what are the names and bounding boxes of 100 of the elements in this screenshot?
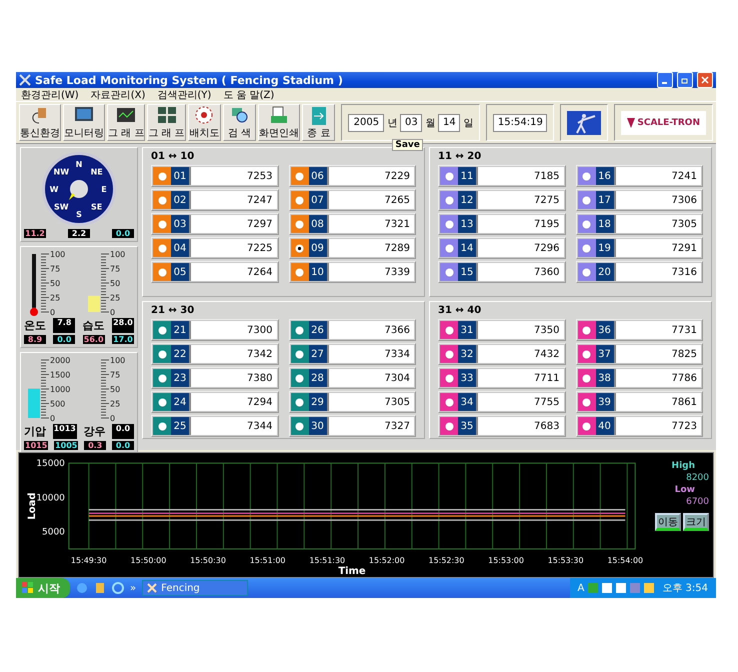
- sensor-row[interactable]: 33 7711: [438, 367, 566, 389]
- month-field[interactable]: 03: [400, 114, 422, 132]
- sensor-row[interactable]: 25 7344: [151, 415, 278, 437]
- radio-indicator[interactable]: [582, 244, 591, 252]
- sensor-row[interactable]: 39 7861: [576, 391, 703, 413]
- sensor-row[interactable]: 24 7294: [151, 391, 278, 413]
- close-button[interactable]: [697, 72, 713, 88]
- sensor-row[interactable]: 09 7289: [288, 237, 416, 259]
- sensor-row[interactable]: 19 7291: [576, 237, 703, 259]
- radio-indicator[interactable]: [158, 244, 166, 252]
- radio-indicator[interactable]: [582, 172, 591, 180]
- sensor-row[interactable]: 31 7350: [438, 319, 566, 341]
- sensor-row[interactable]: 15 7360: [438, 261, 566, 283]
- radio-indicator[interactable]: [444, 398, 454, 406]
- radio-indicator[interactable]: [582, 326, 591, 334]
- radio-indicator[interactable]: [582, 422, 591, 430]
- sensor-row[interactable]: 35 7683: [438, 415, 566, 437]
- sensor-row[interactable]: 14 7296: [438, 237, 566, 259]
- sensor-row[interactable]: 01 7253: [151, 165, 278, 187]
- ime-indicator[interactable]: A: [578, 582, 584, 594]
- sensor-row[interactable]: 10 7339: [288, 261, 416, 283]
- toolbar-button[interactable]: 통신환경: [19, 104, 61, 141]
- radio-indicator[interactable]: [295, 374, 304, 382]
- radio-indicator[interactable]: [444, 326, 454, 334]
- radio-indicator[interactable]: [158, 398, 166, 406]
- sensor-row[interactable]: 05 7264: [151, 261, 278, 283]
- radio-indicator[interactable]: [295, 422, 304, 430]
- sensor-row[interactable]: 36 7731: [576, 319, 703, 341]
- radio-indicator[interactable]: [444, 220, 454, 228]
- chart-button[interactable]: 이동: [655, 513, 681, 531]
- toolbar-button[interactable]: 모니터링: [63, 104, 105, 141]
- chart-button[interactable]: 크기: [683, 513, 709, 531]
- sensor-row[interactable]: 32 7432: [438, 343, 566, 365]
- sensor-row[interactable]: 29 7305: [288, 391, 416, 413]
- radio-indicator[interactable]: [158, 374, 166, 382]
- sensor-row[interactable]: 21 7300: [151, 319, 278, 341]
- radio-indicator[interactable]: [158, 172, 166, 180]
- day-field[interactable]: 14: [438, 114, 460, 132]
- browser-icon[interactable]: [112, 582, 124, 594]
- sensor-row[interactable]: 11 7185: [438, 165, 566, 187]
- radio-indicator[interactable]: [582, 196, 591, 204]
- radio-indicator[interactable]: [444, 196, 454, 204]
- sensor-row[interactable]: 07 7265: [288, 189, 416, 211]
- radio-indicator[interactable]: [158, 422, 166, 430]
- radio-indicator[interactable]: [295, 326, 304, 334]
- radio-indicator[interactable]: [295, 220, 304, 228]
- radio-indicator[interactable]: [295, 244, 304, 252]
- radio-indicator[interactable]: [158, 268, 166, 276]
- sensor-row[interactable]: 28 7304: [288, 367, 416, 389]
- menu-item[interactable]: 환경관리(W): [21, 88, 79, 102]
- radio-indicator[interactable]: [582, 374, 591, 382]
- radio-indicator[interactable]: [295, 172, 304, 180]
- sensor-row[interactable]: 12 7275: [438, 189, 566, 211]
- more-chevron[interactable]: »: [130, 582, 136, 594]
- taskbar-button[interactable]: Fencing: [142, 580, 248, 596]
- sensor-row[interactable]: 37 7825: [576, 343, 703, 365]
- app-icon[interactable]: [94, 582, 106, 594]
- toolbar-button[interactable]: 그 래 프: [147, 104, 186, 141]
- sensor-row[interactable]: 13 7195: [438, 213, 566, 235]
- radio-indicator[interactable]: [444, 350, 454, 358]
- sensor-row[interactable]: 06 7229: [288, 165, 416, 187]
- sensor-row[interactable]: 18 7305: [576, 213, 703, 235]
- radio-indicator[interactable]: [582, 350, 591, 358]
- radio-indicator[interactable]: [295, 398, 304, 406]
- sensor-row[interactable]: 08 7321: [288, 213, 416, 235]
- sensor-row[interactable]: 23 7380: [151, 367, 278, 389]
- radio-indicator[interactable]: [582, 398, 591, 406]
- menu-item[interactable]: 자료관리(X): [90, 88, 146, 102]
- toolbar-button[interactable]: 화면인쇄: [258, 104, 300, 141]
- sensor-row[interactable]: 20 7316: [576, 261, 703, 283]
- radio-indicator[interactable]: [582, 268, 591, 276]
- menu-item[interactable]: 도 움 말(Z): [223, 88, 274, 102]
- sensor-row[interactable]: 34 7755: [438, 391, 566, 413]
- sensor-row[interactable]: 30 7327: [288, 415, 416, 437]
- sensor-row[interactable]: 16 7241: [576, 165, 703, 187]
- radio-indicator[interactable]: [158, 326, 166, 334]
- minimize-button[interactable]: [657, 72, 673, 88]
- toolbar-button[interactable]: 배치도: [188, 104, 221, 141]
- radio-indicator[interactable]: [444, 244, 454, 252]
- radio-indicator[interactable]: [582, 220, 591, 228]
- radio-indicator[interactable]: [158, 220, 166, 228]
- sensor-row[interactable]: 22 7342: [151, 343, 278, 365]
- year-field[interactable]: 2005: [348, 114, 384, 132]
- radio-indicator[interactable]: [444, 268, 454, 276]
- browser-icon[interactable]: [76, 582, 88, 594]
- sensor-row[interactable]: 03 7297: [151, 213, 278, 235]
- sensor-row[interactable]: 02 7247: [151, 189, 278, 211]
- radio-indicator[interactable]: [444, 422, 454, 430]
- radio-indicator[interactable]: [158, 350, 166, 358]
- radio-indicator[interactable]: [444, 172, 454, 180]
- sensor-row[interactable]: 17 7306: [576, 189, 703, 211]
- radio-indicator[interactable]: [444, 374, 454, 382]
- radio-indicator[interactable]: [295, 350, 304, 358]
- radio-indicator[interactable]: [295, 268, 304, 276]
- radio-indicator[interactable]: [295, 196, 304, 204]
- sensor-row[interactable]: 27 7334: [288, 343, 416, 365]
- menu-item[interactable]: 검색관리(Y): [157, 88, 212, 102]
- time-field[interactable]: 15:54:19: [493, 114, 548, 132]
- restore-button[interactable]: [677, 72, 693, 88]
- sensor-row[interactable]: 26 7366: [288, 319, 416, 341]
